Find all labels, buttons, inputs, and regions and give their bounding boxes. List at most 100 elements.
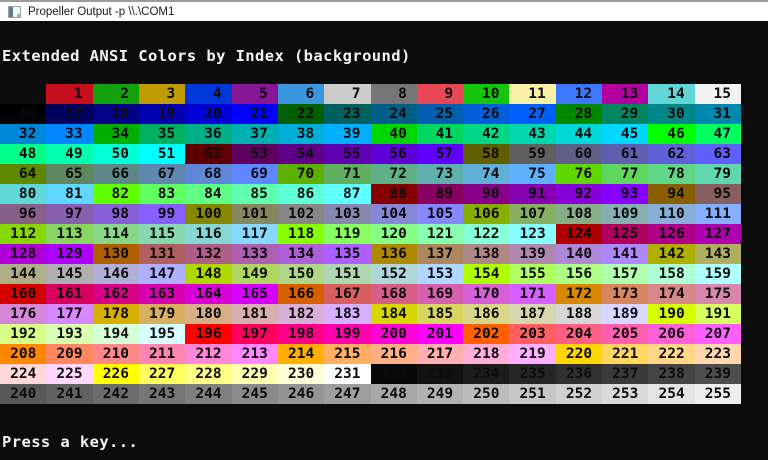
color-cell: 198 [278, 324, 324, 344]
color-cell: 137 [417, 244, 463, 264]
color-cell: 111 [695, 204, 741, 224]
color-cell: 67 [139, 164, 185, 184]
color-cell: 2 [93, 84, 139, 104]
color-cell: 15 [695, 84, 741, 104]
color-cell: 132 [185, 244, 231, 264]
app-icon [8, 6, 21, 18]
color-cell: 220 [556, 344, 602, 364]
color-cell: 53 [232, 144, 278, 164]
color-cell: 254 [648, 384, 694, 404]
color-cell: 237 [602, 364, 648, 384]
color-cell: 8 [371, 84, 417, 104]
color-cell: 243 [139, 384, 185, 404]
color-cell: 172 [556, 284, 602, 304]
color-cell: 125 [602, 224, 648, 244]
color-cell: 184 [371, 304, 417, 324]
color-cell: 107 [509, 204, 555, 224]
color-cell: 215 [324, 344, 370, 364]
color-cell: 68 [185, 164, 231, 184]
press-key-prompt: Press a key... [2, 433, 138, 451]
color-cell: 177 [46, 304, 92, 324]
color-cell: 108 [556, 204, 602, 224]
color-cell: 163 [139, 284, 185, 304]
color-cell: 183 [324, 304, 370, 324]
color-cell: 147 [139, 264, 185, 284]
color-cell: 18 [93, 104, 139, 124]
color-cell: 91 [509, 184, 555, 204]
color-cell: 79 [695, 164, 741, 184]
color-cell: 89 [417, 184, 463, 204]
color-cell: 115 [139, 224, 185, 244]
color-cell: 193 [46, 324, 92, 344]
color-cell: 188 [556, 304, 602, 324]
color-cell: 85 [232, 184, 278, 204]
color-cell: 162 [93, 284, 139, 304]
color-cell: 61 [602, 144, 648, 164]
color-cell: 65 [46, 164, 92, 184]
color-cell: 7 [324, 84, 370, 104]
color-grid: 0123456789101112131415161718192021222324… [0, 84, 741, 404]
color-cell: 186 [463, 304, 509, 324]
window-title: Propeller Output -p \\.\COM1 [28, 6, 174, 18]
color-cell: 104 [371, 204, 417, 224]
color-cell: 196 [185, 324, 231, 344]
color-cell: 14 [648, 84, 694, 104]
color-cell: 245 [232, 384, 278, 404]
color-cell: 149 [232, 264, 278, 284]
color-cell: 173 [602, 284, 648, 304]
color-cell: 94 [648, 184, 694, 204]
color-cell: 78 [648, 164, 694, 184]
color-cell: 234 [463, 364, 509, 384]
color-cell: 116 [185, 224, 231, 244]
color-cell: 204 [556, 324, 602, 344]
color-cell: 113 [46, 224, 92, 244]
color-cell: 155 [509, 264, 555, 284]
color-cell: 211 [139, 344, 185, 364]
color-cell: 30 [648, 104, 694, 124]
color-cell: 16 [0, 104, 46, 124]
color-cell: 87 [324, 184, 370, 204]
color-cell: 34 [93, 124, 139, 144]
color-cell: 202 [463, 324, 509, 344]
color-cell: 216 [371, 344, 417, 364]
color-cell: 212 [185, 344, 231, 364]
color-cell: 25 [417, 104, 463, 124]
color-cell: 246 [278, 384, 324, 404]
color-cell: 110 [648, 204, 694, 224]
color-cell: 213 [232, 344, 278, 364]
color-cell: 166 [278, 284, 324, 304]
color-cell: 26 [463, 104, 509, 124]
color-cell: 232 [371, 364, 417, 384]
color-cell: 69 [232, 164, 278, 184]
color-cell: 242 [93, 384, 139, 404]
color-cell: 247 [324, 384, 370, 404]
color-cell: 236 [556, 364, 602, 384]
color-cell: 194 [93, 324, 139, 344]
color-cell: 208 [0, 344, 46, 364]
title-bar[interactable]: Propeller Output -p \\.\COM1 [0, 0, 768, 21]
color-cell: 63 [695, 144, 741, 164]
color-cell: 72 [371, 164, 417, 184]
color-cell: 100 [185, 204, 231, 224]
color-cell: 197 [232, 324, 278, 344]
color-cell: 24 [371, 104, 417, 124]
color-cell: 37 [232, 124, 278, 144]
terminal-screen[interactable]: Extended ANSI Colors by Index (backgroun… [0, 21, 768, 460]
color-cell: 218 [463, 344, 509, 364]
color-cell: 83 [139, 184, 185, 204]
color-cell: 5 [232, 84, 278, 104]
color-cell: 103 [324, 204, 370, 224]
color-cell: 43 [509, 124, 555, 144]
color-cell: 98 [93, 204, 139, 224]
color-cell: 118 [278, 224, 324, 244]
color-cell: 159 [695, 264, 741, 284]
color-cell: 0 [0, 84, 46, 104]
color-cell: 76 [556, 164, 602, 184]
color-cell: 19 [139, 104, 185, 124]
color-cell: 52 [185, 144, 231, 164]
color-cell: 84 [185, 184, 231, 204]
color-cell: 101 [232, 204, 278, 224]
color-cell: 249 [417, 384, 463, 404]
color-cell: 1 [46, 84, 92, 104]
color-cell: 195 [139, 324, 185, 344]
